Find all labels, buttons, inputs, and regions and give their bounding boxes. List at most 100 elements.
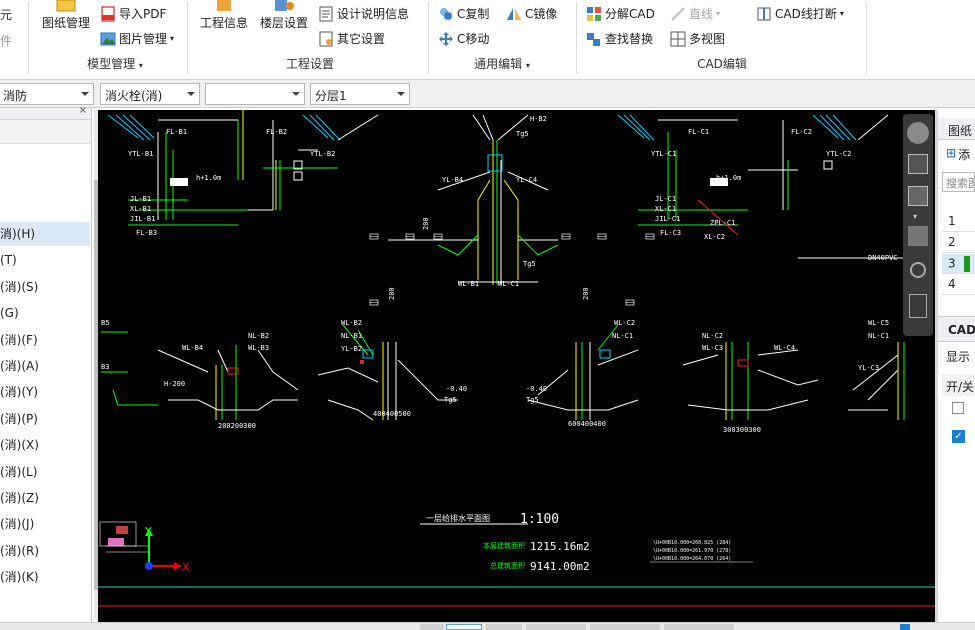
cad-line-break-button[interactable]: CAD线打断 ▾ [756,5,844,22]
other-settings-label: 其它设置 [337,32,386,46]
line-label: 直线 [689,7,714,21]
cube-3d-icon[interactable] [908,154,928,174]
status-tab[interactable] [420,624,444,630]
layout-icon[interactable] [909,294,927,318]
component-list-item[interactable]: (消)(X) [0,433,90,457]
status-tab-active[interactable] [446,624,482,630]
multi-view-label: 多视图 [689,32,726,46]
group-model-label[interactable]: 模型管理 ▾ [70,55,160,72]
cad-annotation: 400400500 [373,410,411,418]
status-tab[interactable] [526,624,586,630]
cad-annotation: Tg5 [523,260,536,268]
import-pdf-label: 导入PDF [119,7,167,21]
plan-view-icon[interactable] [908,226,928,246]
add-label: 添 [958,148,971,162]
find-replace-button[interactable]: 查找替换 [586,30,653,47]
component-list-item[interactable]: 消)(H) [0,222,90,246]
partial-label: 元 [0,8,13,22]
layer-select[interactable]: 分层1 [310,83,410,105]
status-tab[interactable] [664,624,734,630]
component-list-item[interactable]: (消)(F) [0,328,90,352]
component-list-item[interactable]: (消)(L) [0,460,90,484]
other-settings-button[interactable]: 其它设置 [318,30,385,47]
status-indicator [900,624,910,630]
dropdown-arrow-icon: ▾ [716,9,721,18]
add-icon: ⊞ [946,146,957,160]
drawing-search-input[interactable]: 搜索图 [942,172,975,192]
cad-annotation: WL-C1 [498,280,519,288]
component-list-item[interactable]: (消)(K) [0,565,90,589]
drawing-table-row[interactable]: 4 [942,275,975,295]
cad-annotation: H-200 [164,380,185,388]
explode-cad-button[interactable]: 分解CAD [586,5,655,22]
design-notes-button[interactable]: 设计说明信息 [318,5,409,22]
component-list-item[interactable]: (消)(Z) [0,486,90,510]
cad-drawing-canvas[interactable]: FL-B1 FL-B2 FL-C1 FL-C2 YTL-B1 YTL-B2 YTL-C1 YT… [98,110,935,622]
import-pdf-button[interactable]: 导入PDF [100,5,166,22]
row-number: 3 [948,256,956,271]
view-cube-icon[interactable] [908,186,928,206]
multi-view-button[interactable]: 多视图 [670,30,725,47]
close-icon[interactable]: × [79,105,87,116]
cad-annotation: JIL-C1 [655,215,680,223]
drawing-mgmt-button[interactable]: 图纸管理 [40,0,92,31]
component-list-item[interactable]: (G) [0,301,90,325]
orbit-icon[interactable] [907,122,929,144]
component-type-value: 消火栓(消) [105,89,163,103]
find-replace-icon [586,31,602,47]
image-mgmt-label: 图片管理 [119,32,168,46]
component-type-select[interactable]: 消火栓(消) [100,83,200,105]
layer-visibility-checkbox-checked[interactable]: ✓ [952,430,965,443]
show-label: 显示 [946,350,971,364]
component-list-item[interactable]: (消)(P) [0,407,90,431]
line-icon [670,6,686,22]
drawing-table-row[interactable]: 1 [942,212,975,232]
rotate-icon[interactable] [910,262,926,278]
floor-settings-button[interactable]: 楼层设置 [260,0,308,31]
drawing-table-row[interactable]: 3 [942,254,975,274]
component-list-item[interactable]: (消)(R) [0,539,90,563]
navigation-bar: ▾ [903,114,933,336]
image-mgmt-button[interactable]: 图片管理 ▾ [100,30,174,47]
c-mirror-button[interactable]: C镜像 [506,5,557,22]
ribbon: 元 件 图纸管理 导入PDF 图片管理 ▾ 模型管理 ▾ 工程信息 楼层设置 设… [0,0,975,80]
status-green-marker [963,256,970,272]
property-toolbar: 消防 消火栓(消) 分层1 [0,80,975,108]
component-list-item[interactable]: (消)(A) [0,354,90,378]
cad-annotation: B5 [101,319,109,327]
cad-annotation: FL-B1 [166,128,187,136]
component-list-item[interactable]: (T) [0,248,90,272]
c-move-button[interactable]: C移动 [438,30,489,47]
project-info-button[interactable]: 工程信息 [200,0,248,31]
drawing-table-row[interactable]: 2 [942,233,975,253]
component-select[interactable] [205,83,305,105]
component-list-item[interactable]: (消)(Y) [0,380,90,404]
status-tab[interactable] [590,624,660,630]
ucs-x-label: X [182,561,190,574]
status-tab[interactable] [486,624,522,630]
cad-annotation: FL-C3 [660,229,681,237]
discipline-select[interactable]: 消防 [0,83,94,105]
panel-titlebar: × [0,105,91,120]
chevron-down-icon[interactable]: ▾ [913,212,917,221]
partial-label: 件 [0,34,13,48]
c-move-label: C移动 [457,32,490,46]
layer-visibility-checkbox[interactable] [952,402,964,414]
cad-annotation: ZPL-C1 [710,219,735,227]
add-drawing-button[interactable]: ⊞ 添 [946,146,970,163]
c-copy-button[interactable]: C复制 [438,5,489,22]
ucs-axis-icon: Y X [99,521,190,574]
cad-layer-header: CAD [938,316,975,342]
cad-annotation: JIL-B1 [130,215,155,223]
component-list-item[interactable]: (消)(S) [0,275,90,299]
c-mirror-label: C镜像 [525,7,558,21]
drawing-scale: 1:100 [520,512,559,527]
splitter[interactable] [935,110,938,622]
cad-annotation: YTL-B2 [310,150,335,158]
line-break-icon [756,6,772,22]
cad-annotation: B3 [101,363,109,371]
move-icon [438,31,454,47]
group-edit-label[interactable]: 通用编辑 ▾ [462,55,542,72]
component-list-item[interactable]: (消)(J) [0,512,90,536]
line-button[interactable]: 直线 ▾ [670,5,720,22]
